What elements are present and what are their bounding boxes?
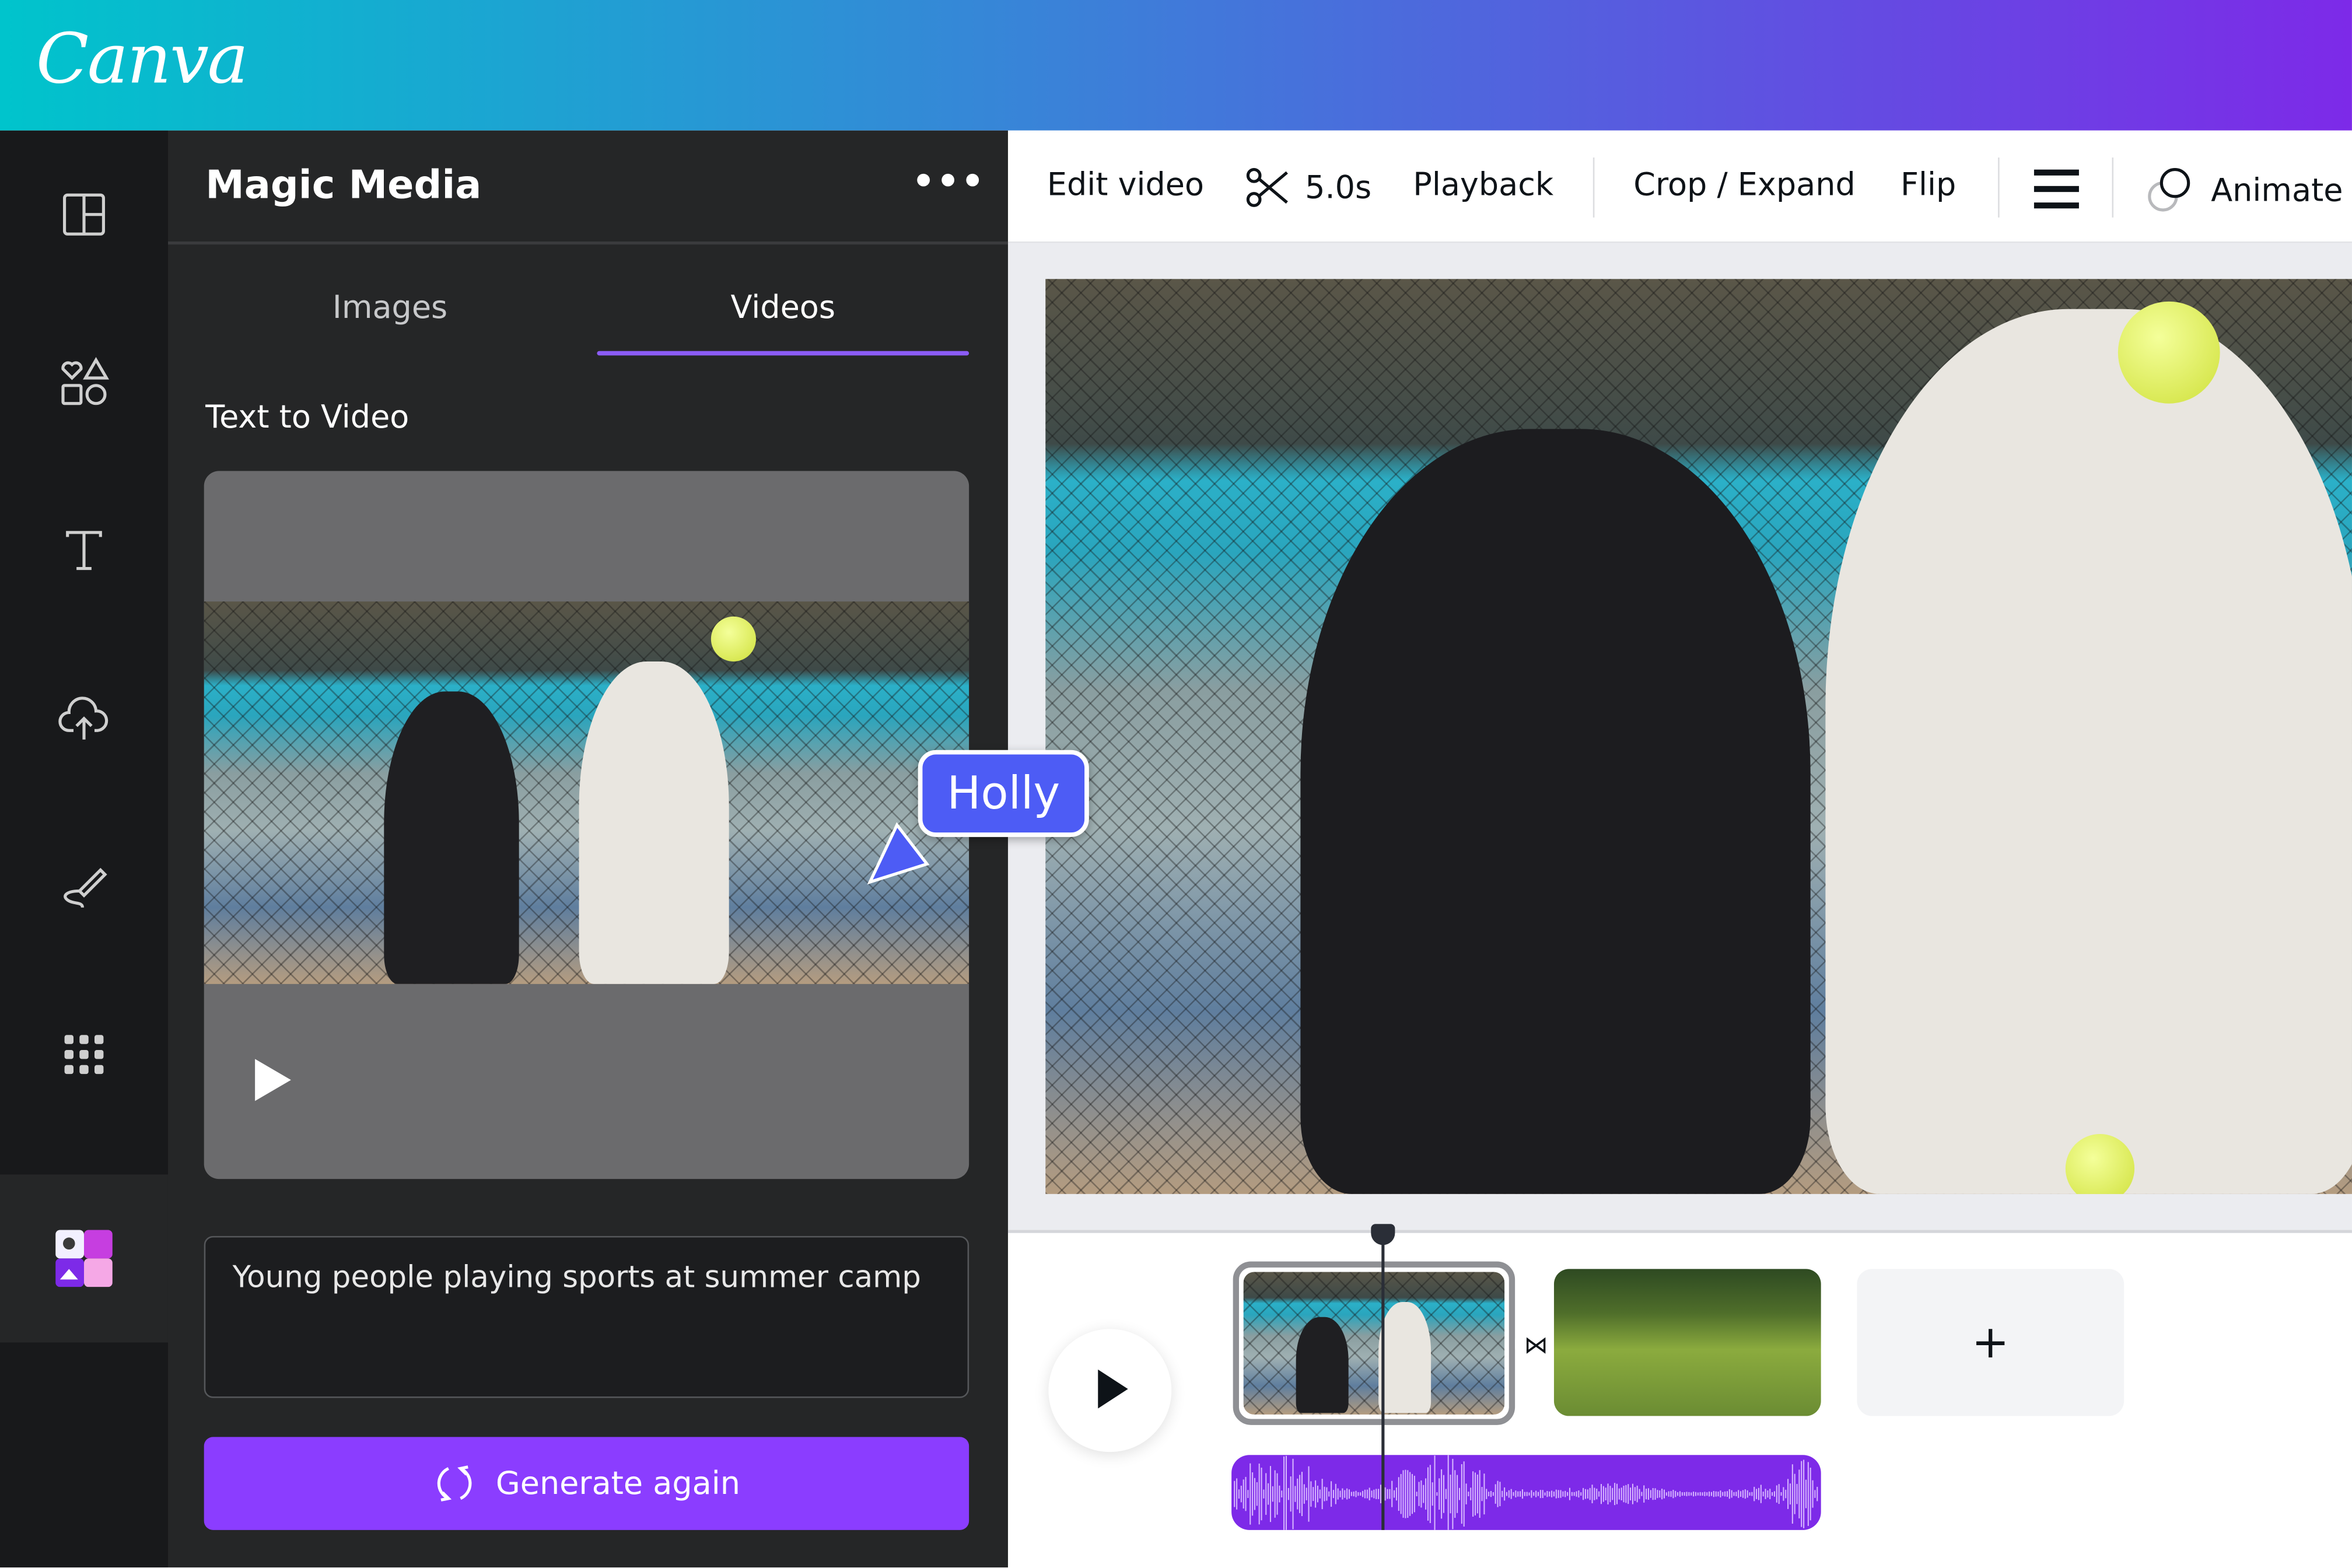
generate-again-label: Generate again bbox=[495, 1465, 740, 1502]
collaborator-cursor-label: Holly bbox=[918, 750, 1089, 837]
side-rail bbox=[0, 130, 168, 1568]
scissors-icon bbox=[1246, 167, 1288, 207]
elements-icon[interactable] bbox=[42, 341, 126, 425]
upload-cloud-icon[interactable] bbox=[42, 677, 126, 761]
playback-button[interactable]: Playback bbox=[1413, 166, 1553, 202]
animate-icon bbox=[2148, 167, 2190, 212]
panel-title: Magic Media bbox=[205, 163, 482, 209]
top-header: Canva bbox=[0, 0, 2352, 131]
prompt-textarea[interactable]: Young people playing sports at summer ca… bbox=[204, 1236, 970, 1398]
generate-again-button[interactable]: Generate again bbox=[204, 1437, 970, 1530]
position-menu-button[interactable] bbox=[2034, 169, 2079, 209]
add-clip-button[interactable]: + bbox=[1857, 1269, 2124, 1416]
play-icon[interactable] bbox=[255, 1059, 291, 1101]
waveform-path bbox=[1234, 1455, 1818, 1530]
canva-editor: Canva Magic Media ••• Images Videos Text… bbox=[0, 0, 2352, 1568]
magic-media-app-icon bbox=[55, 1230, 113, 1293]
toolbar-divider bbox=[1592, 157, 1595, 218]
flip-label: Flip bbox=[1900, 166, 1957, 203]
flip-button[interactable]: Flip bbox=[1901, 166, 1956, 202]
clip-thumbnail bbox=[1243, 1272, 1505, 1415]
edit-video-label: Edit video bbox=[1046, 166, 1205, 203]
transition-icon[interactable]: ⋈ bbox=[1515, 1320, 1558, 1368]
hamburger-icon bbox=[2034, 169, 2079, 209]
more-horizontal-icon[interactable]: ••• bbox=[912, 160, 985, 202]
panel-divider bbox=[167, 241, 1008, 245]
tab-videos[interactable]: Videos bbox=[597, 289, 969, 326]
magic-media-app-item[interactable] bbox=[0, 1174, 168, 1343]
video-thumbnail bbox=[204, 601, 970, 984]
toolbar-divider bbox=[1998, 157, 2000, 218]
animate-label: Animate bbox=[2211, 172, 2343, 209]
apps-grid-icon[interactable] bbox=[42, 1013, 126, 1097]
draw-icon[interactable] bbox=[42, 845, 126, 929]
canva-logo[interactable]: Canva bbox=[36, 18, 249, 99]
duration-label: 5.0s bbox=[1305, 169, 1372, 206]
playhead[interactable] bbox=[1381, 1238, 1385, 1530]
layout-icon[interactable] bbox=[42, 173, 126, 257]
timeline-play-button[interactable] bbox=[1048, 1329, 1172, 1452]
active-tab-indicator bbox=[597, 351, 970, 356]
playback-label: Playback bbox=[1413, 166, 1554, 203]
toolbar-divider bbox=[2112, 157, 2114, 218]
audio-track[interactable] bbox=[1231, 1455, 1821, 1530]
crop-expand-button[interactable]: Crop / Expand bbox=[1633, 166, 1856, 202]
tab-images[interactable]: Images bbox=[204, 289, 576, 326]
crop-expand-label: Crop / Expand bbox=[1633, 166, 1856, 203]
canvas-video[interactable] bbox=[1045, 279, 2352, 1194]
edit-video-button[interactable]: Edit video bbox=[1047, 166, 1204, 202]
animate-button[interactable]: Animate bbox=[2145, 166, 2343, 214]
collaborator-cursor-icon bbox=[867, 822, 930, 885]
editor-toolbar: Edit video 5.0s Playback Crop / Expand F… bbox=[1007, 130, 2352, 243]
trim-duration-button[interactable]: 5.0s bbox=[1245, 166, 1371, 208]
audio-waveform bbox=[1234, 1455, 1818, 1530]
text-icon[interactable] bbox=[42, 509, 126, 593]
section-title: Text to Video bbox=[205, 398, 410, 435]
refresh-icon bbox=[436, 1465, 471, 1502]
timeline-clip-2[interactable] bbox=[1553, 1269, 1821, 1416]
generated-video-card[interactable] bbox=[204, 471, 970, 1180]
timeline-clip-1[interactable] bbox=[1233, 1261, 1516, 1425]
